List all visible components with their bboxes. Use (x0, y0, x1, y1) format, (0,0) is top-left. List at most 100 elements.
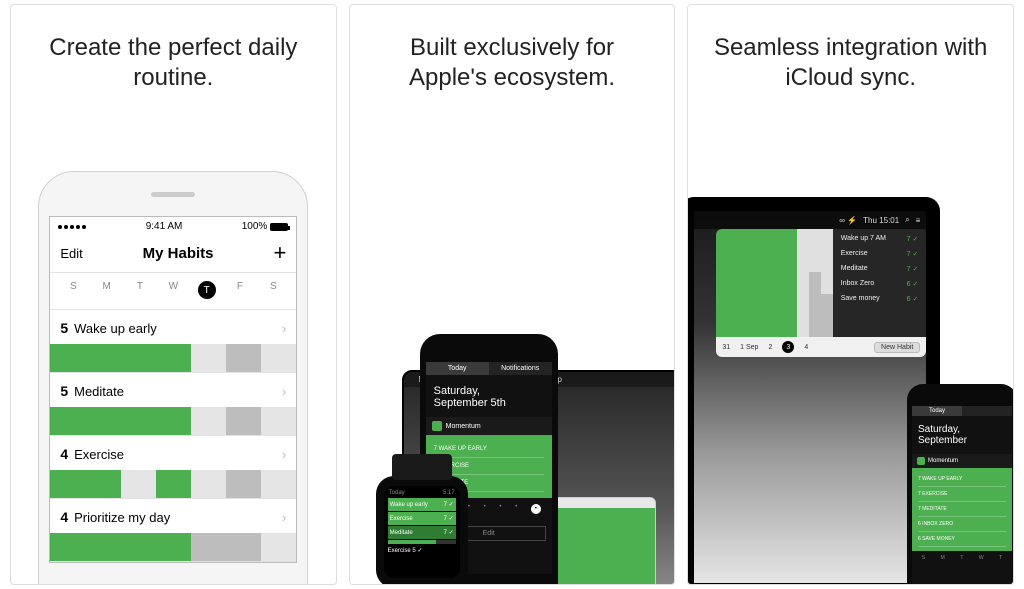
watch-screen: Today 5:17 Wake up early7 ✓Exercise7 ✓Me… (384, 486, 460, 578)
habit-row[interactable]: 4Prioritize my day› (50, 499, 296, 562)
axis-date[interactable]: 4 (804, 344, 808, 351)
popover-habit-item[interactable]: Inbox Zero6 ✓ (841, 280, 919, 288)
habit-row[interactable]: 5Meditate› (50, 373, 296, 436)
widget-habit-item[interactable]: 7 MEDITATE (918, 502, 1006, 517)
widget-header[interactable]: Momentum (426, 417, 552, 435)
axis-date[interactable]: 3 (782, 341, 794, 353)
watch-statusbar: Today 5:17 (388, 490, 456, 498)
new-habit-button[interactable]: New Habit (874, 342, 920, 353)
date-line: September 5th (434, 397, 544, 409)
chevron-right-icon[interactable]: › (282, 321, 286, 336)
popover-habit-item[interactable]: Wake up 7 AM7 ✓ (841, 235, 919, 243)
current-day-dot[interactable]: • (531, 504, 541, 514)
widget-title: Momentum (928, 458, 958, 464)
popover-habit-item[interactable]: Exercise7 ✓ (841, 250, 919, 258)
widget-habit-item[interactable]: 6 SAVE MONEY (918, 532, 1006, 547)
ipad-menubar: ∞ ⚡ Thu 15:01 ⌕ ≡ (694, 211, 926, 229)
widget-habit-list[interactable]: 7 WAKE UP EARLY7 EXERCISE7 MEDITATE6 INB… (912, 468, 1012, 551)
popover-habit-list[interactable]: Wake up 7 AM7 ✓ Exercise7 ✓ Meditate7 ✓ Inb… (833, 229, 927, 337)
weekday-w[interactable]: W (164, 281, 182, 299)
watch-mini-bar-chart (388, 540, 456, 544)
date-line: September (918, 435, 1006, 446)
weekday-t[interactable]: T (131, 281, 149, 299)
habit-name: Meditate (74, 384, 276, 399)
day-letters-row[interactable]: SMTWT (912, 551, 1012, 565)
day-letter[interactable]: T (999, 555, 1002, 561)
weekday-f[interactable]: F (231, 281, 249, 299)
axis-date[interactable]: 31 (722, 344, 730, 351)
iphone-dark-device-2: Today Saturday, September Momentum 7 WAK… (907, 384, 1013, 584)
screenshot-panel-2: Built exclusively for Apple's ecosystem.… (349, 4, 676, 585)
edit-button[interactable]: Edit (60, 246, 82, 261)
app-icon (917, 457, 925, 465)
panel3-stage: ∞ ⚡ Thu 15:01 ⌕ ≡ Wake up 7 AM7 ✓ Exercis… (688, 117, 1013, 584)
menubar-time: Thu 15:01 (863, 216, 899, 225)
popover-chart (716, 229, 832, 337)
habit-row[interactable]: 4Exercise› (50, 436, 296, 499)
habit-streak-count: 5 (60, 320, 68, 336)
watch-habit-row[interactable]: Meditate7 ✓ (388, 526, 456, 539)
panel1-headline: Create the perfect daily routine. (11, 5, 336, 117)
habit-row[interactable]: 5 Wake up early › (50, 310, 296, 373)
tab-today[interactable]: Today (426, 362, 489, 375)
watch-habit-list[interactable]: Wake up early7 ✓Exercise7 ✓Meditate7 ✓ (388, 498, 456, 539)
axis-date[interactable]: 2 (768, 344, 772, 351)
weekday-selector[interactable]: SMTWTFS (50, 273, 296, 310)
app-icon (432, 421, 442, 431)
today-tabs[interactable]: Today Notifications (426, 362, 552, 375)
weekday-s[interactable]: S (64, 281, 82, 299)
tab-notifications[interactable]: Notifications (489, 362, 552, 375)
chevron-right-icon[interactable]: › (282, 447, 286, 462)
widget-header[interactable]: Momentum (912, 454, 1012, 468)
weekday-s[interactable]: S (264, 281, 282, 299)
widget-habit-item[interactable]: 7 WAKE UP EARLY (918, 472, 1006, 487)
widget-habit-item[interactable]: 7 EXERCISE (918, 487, 1006, 502)
day-letter[interactable]: W (979, 555, 984, 561)
habit-name: Wake up early (74, 321, 276, 336)
iphone-screen: 9:41 AM 100% Edit My Habits + SMTWTFS 5W… (49, 216, 297, 563)
screen-title: My Habits (143, 245, 214, 262)
ipad-device: ∞ ⚡ Thu 15:01 ⌕ ≡ Wake up 7 AM7 ✓ Exercis… (688, 197, 940, 584)
habit-streak-count: 4 (60, 509, 68, 525)
panel2-stage: Momentum File Edit Window Help 29 30 (350, 117, 675, 584)
axis-date[interactable]: 1 Sep (740, 344, 758, 351)
date-heading: Saturday, September 5th (426, 375, 552, 417)
watch-habit-row[interactable]: Exercise7 ✓ (388, 512, 456, 525)
weekday-t[interactable]: T (198, 281, 216, 299)
widget-title: Momentum (446, 423, 481, 430)
habit-streak-count: 4 (60, 446, 68, 462)
habit-week-bars (50, 533, 296, 561)
wifi-icon: ∞ ⚡ (839, 216, 857, 225)
day-letter[interactable]: T (960, 555, 963, 561)
apple-watch-device: Today 5:17 Wake up early7 ✓Exercise7 ✓Me… (376, 476, 468, 584)
panel1-stage: 9:41 AM 100% Edit My Habits + SMTWTFS 5W… (11, 117, 336, 584)
status-time: 9:41 AM (146, 221, 183, 232)
popover-habit-item[interactable]: Save money6 ✓ (841, 295, 919, 303)
habit-week-bars (50, 470, 296, 498)
tab-blank[interactable] (962, 406, 1012, 416)
day-letter[interactable]: S (922, 555, 925, 561)
popover-body: Wake up 7 AM7 ✓ Exercise7 ✓ Meditate7 ✓ Inb… (716, 229, 926, 337)
chevron-right-icon[interactable]: › (282, 384, 286, 399)
popover-date-axis[interactable]: 31 1 Sep 2 3 4 New Habit (716, 337, 926, 357)
popover-habit-item[interactable]: Meditate7 ✓ (841, 265, 919, 273)
menu-icon[interactable]: ≡ (916, 216, 921, 225)
habits-list: 5Wake up early›5Meditate›4Exercise›4Prio… (50, 310, 296, 562)
date-line: Saturday, (434, 385, 544, 397)
watch-habit-row[interactable]: Wake up early7 ✓ (388, 498, 456, 511)
tab-today[interactable]: Today (912, 406, 962, 416)
iphone-device: 9:41 AM 100% Edit My Habits + SMTWTFS 5W… (38, 171, 308, 585)
chart-bar-grey (809, 272, 821, 337)
habit-week-bars (50, 344, 296, 372)
chart-bar-grey (821, 294, 833, 337)
add-habit-button[interactable]: + (273, 242, 286, 264)
today-tabs[interactable]: Today (912, 406, 1012, 416)
search-icon[interactable]: ⌕ (905, 215, 909, 225)
battery-percent: 100% (242, 221, 268, 232)
panel2-headline: Built exclusively for Apple's ecosystem. (350, 5, 675, 117)
menubar-popover[interactable]: Wake up 7 AM7 ✓ Exercise7 ✓ Meditate7 ✓ Inb… (716, 229, 926, 357)
chevron-right-icon[interactable]: › (282, 510, 286, 525)
weekday-m[interactable]: M (98, 281, 116, 299)
day-letter[interactable]: M (941, 555, 945, 561)
widget-habit-item[interactable]: 6 INBOX ZERO (918, 517, 1006, 532)
